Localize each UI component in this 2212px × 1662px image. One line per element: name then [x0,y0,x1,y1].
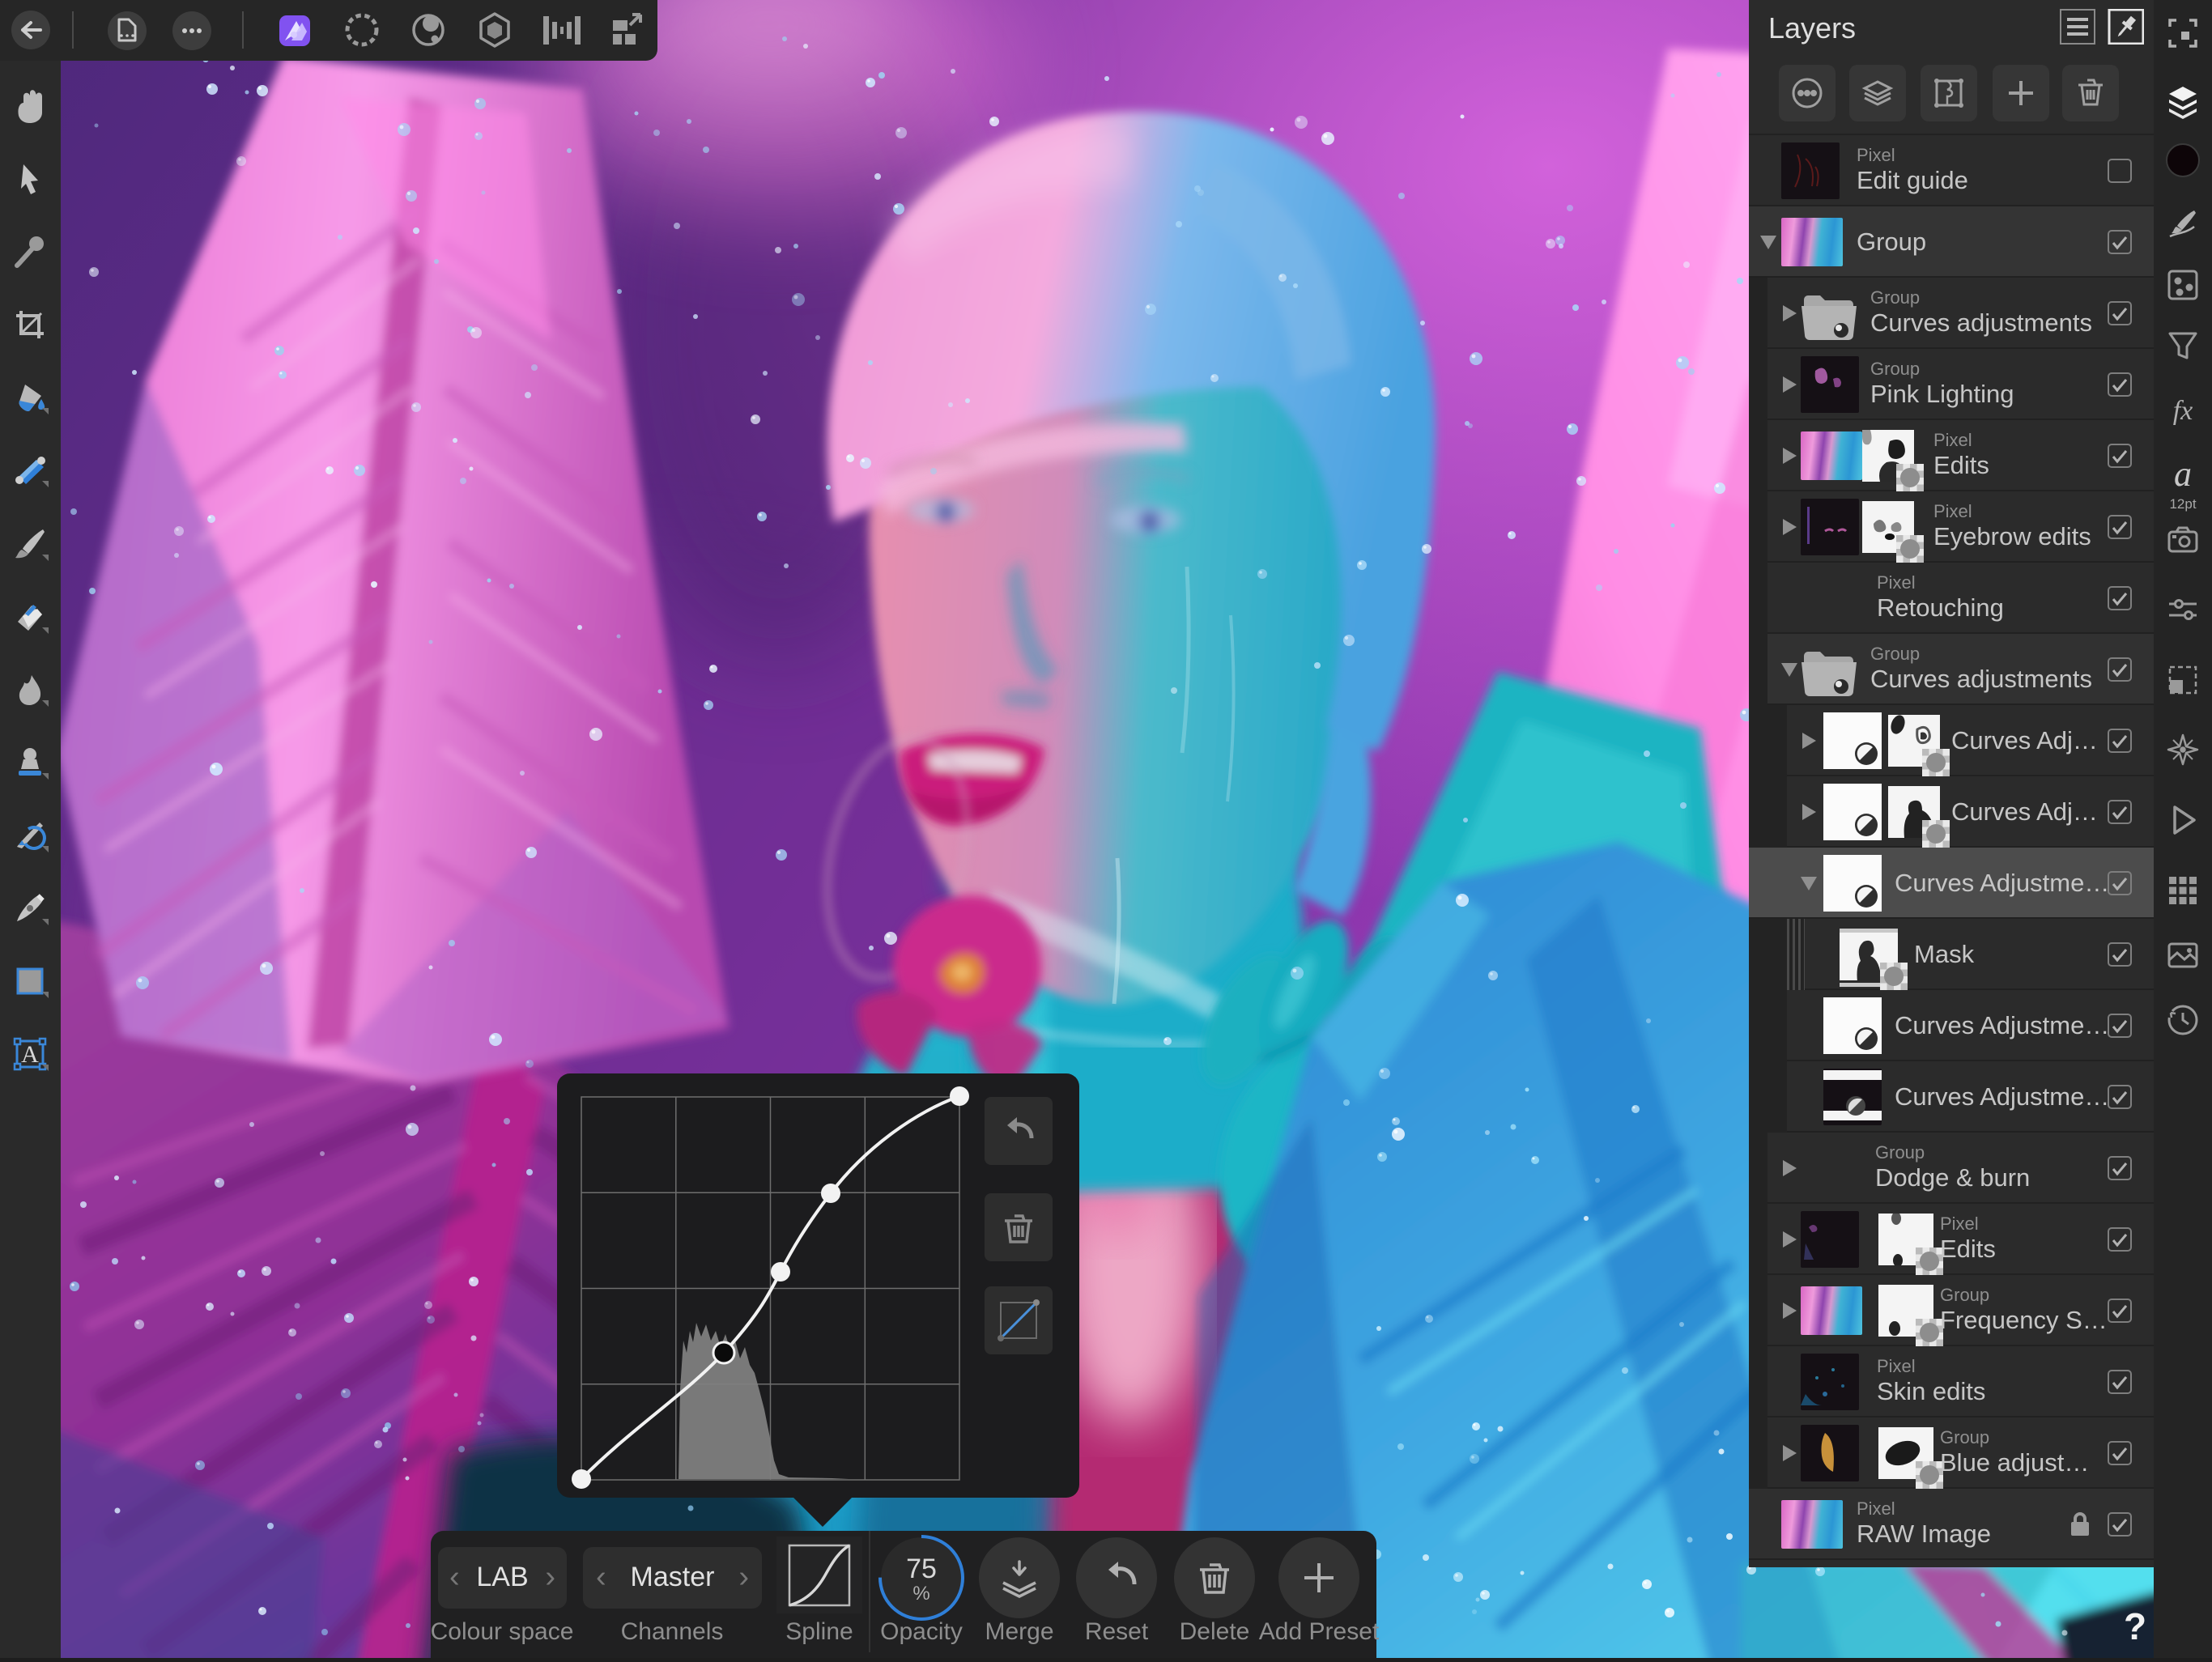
svg-text:12pt: 12pt [2169,496,2196,512]
svg-text:fx: fx [2173,396,2193,426]
svg-text:a: a [2174,454,2192,494]
svg-text:A: A [21,1041,39,1068]
